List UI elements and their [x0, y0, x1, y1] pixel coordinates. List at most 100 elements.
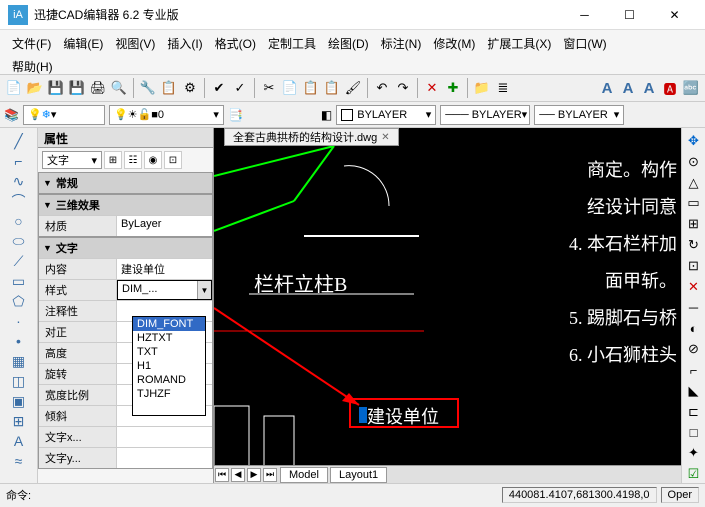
- explode-icon[interactable]: ✦: [685, 444, 703, 462]
- spline-icon[interactable]: ∿: [10, 172, 28, 190]
- array-icon[interactable]: ⊞: [685, 215, 703, 233]
- style-option[interactable]: HZTXT: [133, 331, 205, 345]
- circle-icon[interactable]: ○: [10, 212, 28, 230]
- chamfer-icon[interactable]: ◣: [685, 382, 703, 400]
- prop-style-value[interactable]: DIM_...▼: [117, 280, 212, 300]
- saveall-icon[interactable]: 💾: [67, 78, 87, 98]
- ray-icon[interactable]: ⟋: [10, 252, 28, 270]
- folder-icon[interactable]: 📁: [472, 78, 492, 98]
- text-more-icon[interactable]: 🔤: [681, 78, 701, 98]
- poly-icon[interactable]: ⬠: [10, 292, 28, 310]
- prop-textx-value[interactable]: [117, 427, 212, 447]
- menu-format[interactable]: 格式(O): [209, 32, 262, 55]
- color-icon[interactable]: ◧: [321, 108, 332, 122]
- tab-prev-icon[interactable]: ◀: [231, 468, 245, 482]
- propbar-btn3[interactable]: ◉: [144, 151, 162, 169]
- propbar-btn1[interactable]: ⊞: [104, 151, 122, 169]
- break-icon[interactable]: ⊘: [685, 340, 703, 358]
- menu-dim[interactable]: 标注(N): [375, 32, 428, 55]
- copy-icon[interactable]: 📄: [280, 78, 300, 98]
- paste-icon[interactable]: 📋: [301, 78, 321, 98]
- style-option[interactable]: [133, 401, 205, 415]
- menu-view[interactable]: 视图(V): [109, 32, 161, 55]
- color-dropdown[interactable]: BYLAYER▾: [336, 105, 436, 125]
- new-icon[interactable]: 📄: [4, 78, 24, 98]
- menu-ext[interactable]: 扩展工具(X): [481, 32, 557, 55]
- text-a2-icon[interactable]: A: [618, 78, 638, 98]
- layer-state-dropdown[interactable]: 💡❄▾: [23, 105, 105, 125]
- hatch-icon[interactable]: ▦: [10, 352, 28, 370]
- propbar-btn2[interactable]: ☷: [124, 151, 142, 169]
- spell-icon[interactable]: ✔: [209, 78, 229, 98]
- ellipse-icon[interactable]: ⬭: [10, 232, 28, 250]
- tab-last-icon[interactable]: ⏭: [263, 468, 277, 482]
- section-3d[interactable]: ▼三维效果: [39, 195, 212, 215]
- print-icon[interactable]: 🖨: [88, 78, 108, 98]
- rect-icon[interactable]: ▭: [10, 272, 28, 290]
- paste2-icon[interactable]: 📋: [322, 78, 342, 98]
- prop-texty-value[interactable]: [117, 448, 212, 468]
- style-option[interactable]: TXT: [133, 345, 205, 359]
- text-a3-icon[interactable]: A: [639, 78, 659, 98]
- prop-material-value[interactable]: ByLayer: [117, 216, 212, 236]
- pline-icon[interactable]: ⌐: [10, 152, 28, 170]
- menu-window[interactable]: 窗口(W): [557, 32, 612, 55]
- brush-icon[interactable]: 🖌: [343, 78, 363, 98]
- trim-icon[interactable]: ✕: [685, 278, 703, 296]
- line-icon[interactable]: ╱: [10, 132, 28, 150]
- wave-icon[interactable]: ≈: [10, 452, 28, 470]
- style-option[interactable]: DIM_FONT: [133, 317, 205, 331]
- menu-modify[interactable]: 修改(M): [427, 32, 481, 55]
- drawing-canvas[interactable]: 全套古典拱桥的结构设计.dwg ✕ 栏杆立柱B 建设单位 商定。构作 经设计同意…: [214, 128, 681, 483]
- section-text[interactable]: ▼文字: [39, 238, 212, 258]
- menu-draw[interactable]: 绘图(D): [322, 32, 375, 55]
- maximize-button[interactable]: ☐: [607, 0, 652, 30]
- command-prompt[interactable]: 命令:: [6, 487, 502, 503]
- delete-icon[interactable]: ✕: [422, 78, 442, 98]
- region-icon[interactable]: ◫: [10, 372, 28, 390]
- minimize-button[interactable]: ─: [562, 0, 607, 30]
- open-icon[interactable]: 📂: [25, 78, 45, 98]
- join-icon[interactable]: ⊏: [685, 403, 703, 421]
- menu-custom[interactable]: 定制工具: [262, 32, 322, 55]
- scale-icon[interactable]: ⊡: [685, 257, 703, 275]
- style-dropdown-button[interactable]: ▼: [197, 281, 211, 299]
- prop-icon[interactable]: 📋: [159, 78, 179, 98]
- add-icon[interactable]: ✚: [443, 78, 463, 98]
- save-icon[interactable]: 💾: [46, 78, 66, 98]
- layer-tool-icon[interactable]: 📑: [228, 108, 243, 122]
- rotate-icon[interactable]: ↻: [685, 236, 703, 254]
- preview-icon[interactable]: 🔍: [109, 78, 129, 98]
- cut-icon[interactable]: ✂: [259, 78, 279, 98]
- redo-icon[interactable]: ↷: [393, 78, 413, 98]
- move-icon[interactable]: ✥: [685, 132, 703, 150]
- text-red-icon[interactable]: 🅰: [660, 78, 680, 98]
- tab-first-icon[interactable]: ⏮: [215, 468, 229, 482]
- copy-icon[interactable]: ⊙: [685, 153, 703, 171]
- undo-icon[interactable]: ↶: [372, 78, 392, 98]
- layers-icon[interactable]: 📚: [4, 108, 19, 122]
- table-icon[interactable]: ⊞: [10, 412, 28, 430]
- section-general[interactable]: ▼常规: [39, 173, 212, 193]
- tab-next-icon[interactable]: ▶: [247, 468, 261, 482]
- layer-dropdown[interactable]: 💡☀🔓■ 0 ▾: [109, 105, 224, 125]
- text-icon[interactable]: A: [10, 432, 28, 450]
- file-tab[interactable]: 全套古典拱桥的结构设计.dwg ✕: [224, 128, 399, 146]
- text-a1-icon[interactable]: A: [597, 78, 617, 98]
- style-option[interactable]: ROMAND: [133, 373, 205, 387]
- prop-content-value[interactable]: 建设单位: [117, 259, 212, 279]
- mirror-icon[interactable]: △: [685, 174, 703, 192]
- arc-icon[interactable]: ⌒: [10, 192, 28, 210]
- fillet-icon[interactable]: ⌐: [685, 361, 703, 379]
- tab-model[interactable]: Model: [280, 467, 328, 483]
- propbar-btn4[interactable]: ⊡: [164, 151, 182, 169]
- menu-edit[interactable]: 编辑(E): [57, 32, 109, 55]
- extend-icon[interactable]: ◐: [685, 319, 703, 337]
- tool-icon[interactable]: 🔧: [138, 78, 158, 98]
- menu-help[interactable]: 帮助(H): [6, 55, 699, 78]
- close-button[interactable]: ✕: [652, 0, 697, 30]
- entity-type-dropdown[interactable]: 文字▾: [42, 151, 102, 169]
- menu-file[interactable]: 文件(F): [6, 32, 57, 55]
- style-option[interactable]: TJHZF: [133, 387, 205, 401]
- tab-close-icon[interactable]: ✕: [381, 132, 389, 143]
